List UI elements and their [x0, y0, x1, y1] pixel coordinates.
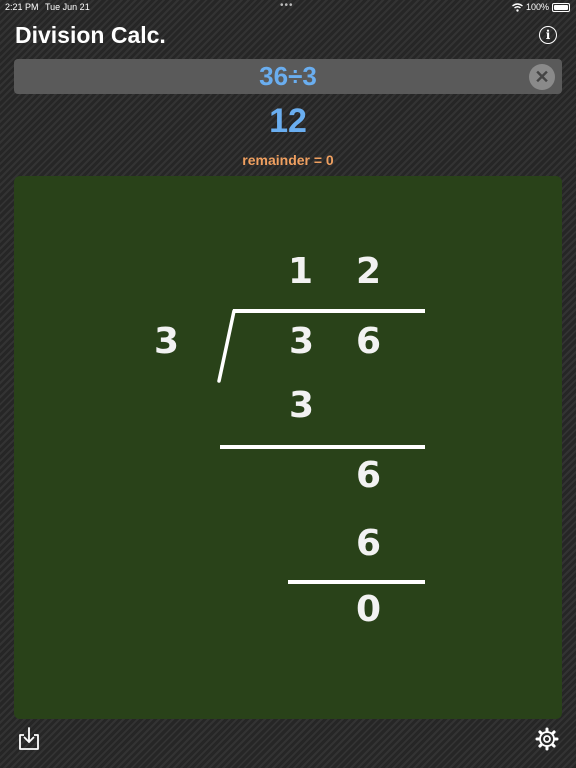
wifi-icon — [512, 2, 523, 12]
battery-percent: 100% — [525, 2, 549, 12]
expression-text[interactable]: 36÷3 — [14, 61, 562, 92]
quotient-result: 12 — [269, 102, 307, 140]
quotient-digit: 1 — [288, 251, 314, 292]
multitasking-dots-icon[interactable]: ••• — [280, 0, 294, 11]
status-bar: 2:21 PM Tue Jun 21 ••• 100% — [0, 0, 576, 14]
step-product: 3 — [289, 385, 315, 426]
division-bracket — [217, 309, 236, 383]
bring-down-digit: 6 — [356, 455, 382, 496]
final-remainder: 0 — [356, 589, 382, 630]
dividend-digit: 6 — [356, 321, 382, 362]
subtraction-line — [220, 445, 425, 449]
remainder-text: remainder = 0 — [242, 152, 334, 168]
clear-icon[interactable]: ✕ — [529, 64, 555, 90]
page-title: Division Calc. — [15, 22, 166, 48]
info-icon[interactable]: i — [539, 26, 557, 44]
status-time: 2:21 PM — [5, 2, 39, 12]
status-date: Tue Jun 21 — [45, 2, 90, 12]
download-icon[interactable] — [18, 727, 40, 751]
expression-input[interactable]: 36÷3 ✕ — [14, 59, 562, 94]
divisor: 3 — [154, 321, 180, 362]
chalkboard: 1 2 3 3 6 3 6 6 0 — [14, 176, 562, 719]
quotient-digit: 2 — [356, 251, 382, 292]
gear-icon[interactable] — [535, 727, 559, 751]
subtraction-line — [288, 580, 425, 584]
dividend-digit: 3 — [289, 321, 315, 362]
step-product: 6 — [356, 523, 382, 564]
status-right: 100% — [512, 2, 570, 12]
division-bar — [233, 309, 425, 313]
battery-icon — [552, 2, 570, 12]
